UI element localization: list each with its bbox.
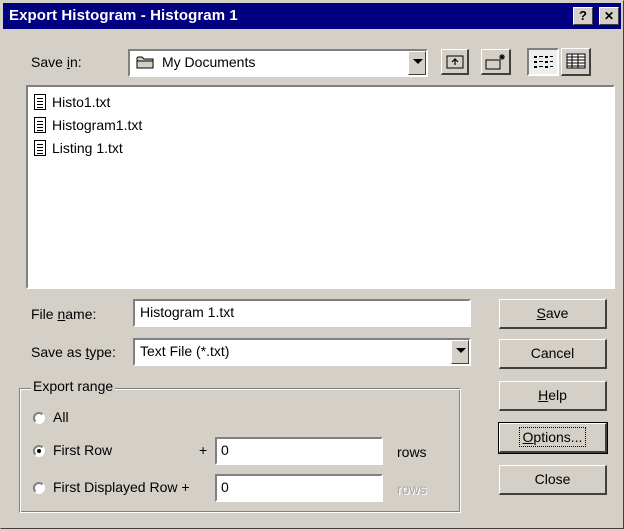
- text-file-icon: [34, 117, 46, 133]
- cancel-button[interactable]: Cancel: [499, 339, 607, 369]
- text-file-icon: [34, 140, 46, 156]
- save-as-type-dropdown[interactable]: Text File (*.txt): [133, 338, 471, 366]
- create-new-folder-button[interactable]: [481, 49, 511, 75]
- chevron-down-icon[interactable]: [408, 51, 426, 75]
- save-in-label: Save in:: [31, 54, 82, 70]
- file-name-label: File name:: [31, 306, 97, 322]
- first-row-unit: rows: [397, 444, 427, 460]
- help-title-button[interactable]: ?: [573, 7, 593, 25]
- file-name: Histogram1.txt: [52, 117, 143, 133]
- first-row-radio[interactable]: [33, 445, 45, 457]
- options-button[interactable]: Options...: [498, 422, 608, 454]
- up-one-level-button[interactable]: [441, 49, 469, 75]
- window-title: Export Histogram - Histogram 1: [9, 7, 238, 24]
- details-view-button[interactable]: [561, 48, 591, 76]
- list-item[interactable]: Histo1.txt: [34, 92, 110, 112]
- help-button[interactable]: Help: [499, 381, 607, 411]
- list-view-icon: [534, 56, 553, 68]
- folder-icon: [136, 55, 154, 69]
- first-displayed-row-unit: rows: [397, 481, 427, 497]
- first-displayed-row-label: First Displayed Row +: [53, 479, 190, 495]
- title-bar[interactable]: Export Histogram - Histogram 1 ? ✕: [3, 3, 621, 29]
- all-label: All: [53, 409, 69, 425]
- up-folder-icon: [446, 55, 464, 69]
- question-mark-icon: ?: [579, 8, 587, 23]
- first-row-offset-input[interactable]: 0: [215, 437, 383, 465]
- details-view-icon: [566, 53, 586, 69]
- save-button[interactable]: Save: [499, 299, 607, 329]
- chevron-down-icon[interactable]: [451, 340, 469, 364]
- export-range-legend: Export range: [31, 378, 116, 394]
- new-folder-icon: [485, 54, 505, 70]
- save-in-dropdown[interactable]: My Documents: [128, 49, 428, 77]
- close-icon: ✕: [603, 9, 615, 23]
- list-item[interactable]: Histogram1.txt: [34, 115, 142, 135]
- export-histogram-dialog: Export Histogram - Histogram 1 ? ✕ Save …: [0, 0, 624, 529]
- all-radio[interactable]: [33, 412, 45, 424]
- file-name: Histo1.txt: [52, 94, 111, 110]
- close-title-button[interactable]: ✕: [599, 7, 619, 25]
- list-item[interactable]: Listing 1.txt: [34, 138, 123, 158]
- first-row-offset-value: 0: [221, 442, 229, 458]
- file-name-value: Histogram 1.txt: [140, 304, 235, 320]
- save-as-type-value: Text File (*.txt): [140, 343, 230, 359]
- file-name: Listing 1.txt: [52, 140, 123, 156]
- save-in-value: My Documents: [162, 54, 256, 70]
- file-list[interactable]: Histo1.txt Histogram1.txt Listing 1.txt: [26, 85, 615, 289]
- file-name-input[interactable]: Histogram 1.txt: [133, 299, 471, 327]
- first-row-label: First Row: [53, 442, 113, 458]
- list-view-button[interactable]: [527, 48, 559, 76]
- text-file-icon: [34, 94, 46, 110]
- save-as-type-label: Save as type:: [31, 344, 116, 360]
- close-button[interactable]: Close: [499, 465, 607, 495]
- first-displayed-row-offset-input[interactable]: 0: [215, 474, 383, 502]
- first-displayed-row-radio[interactable]: [33, 482, 45, 494]
- first-displayed-row-offset-value: 0: [221, 479, 229, 495]
- first-row-plus: +: [199, 442, 208, 458]
